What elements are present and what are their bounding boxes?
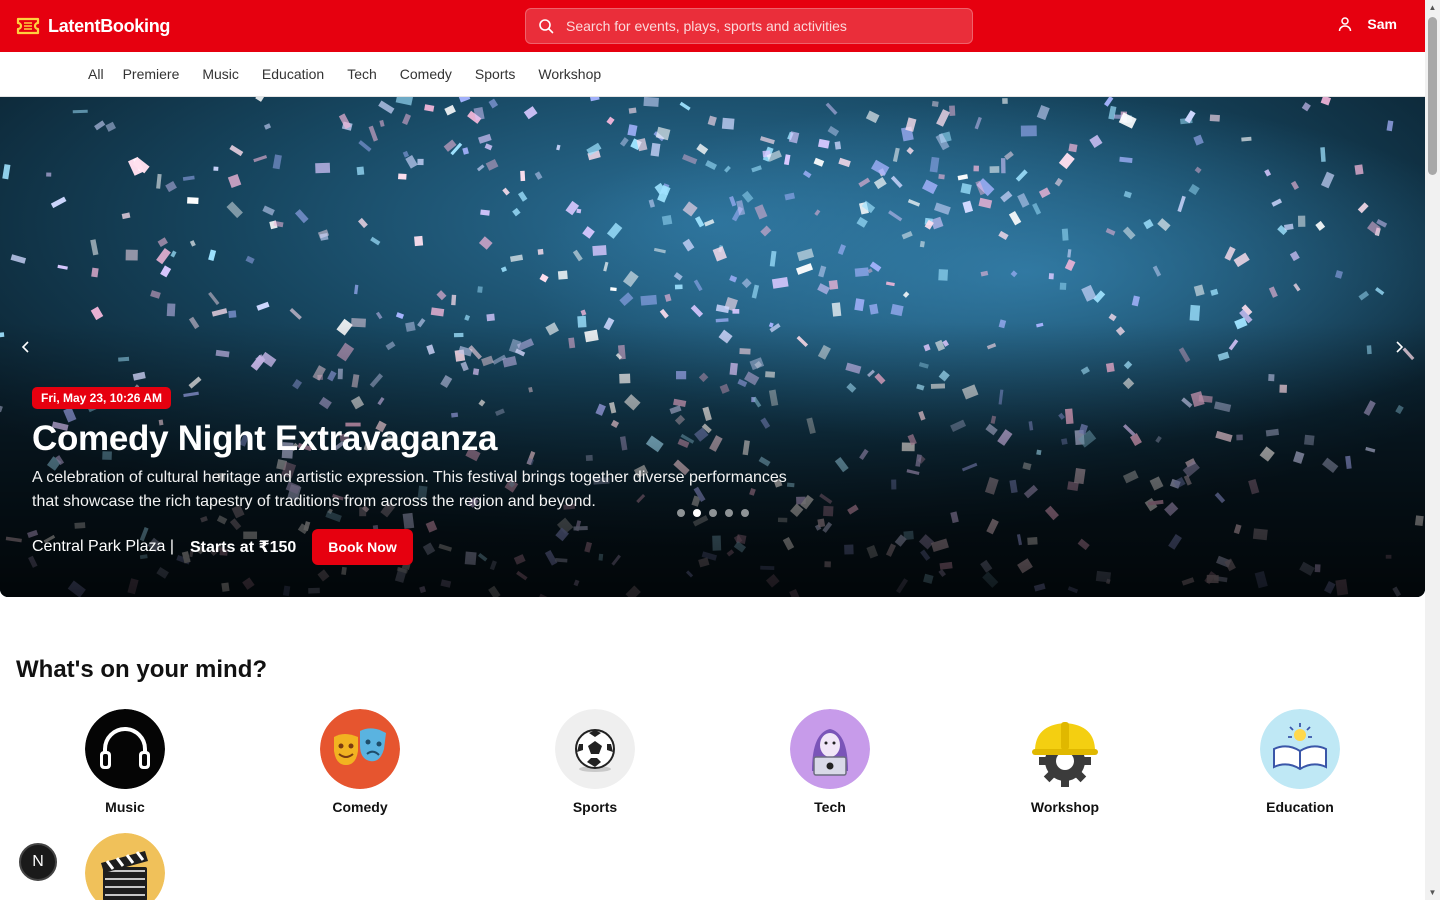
carousel-dots <box>677 509 749 517</box>
carousel-dot[interactable] <box>725 509 733 517</box>
category-sports[interactable]: Sports <box>515 709 675 815</box>
user-menu[interactable]: Sam <box>1337 16 1397 32</box>
event-meta: Central Park Plaza | Starts at ₹150 Book… <box>32 529 413 565</box>
category-tech[interactable]: Tech <box>750 709 910 815</box>
category-label: Workshop <box>1030 799 1100 815</box>
nav-item-premiere[interactable]: Premiere <box>123 66 180 82</box>
carousel-prev-button[interactable] <box>8 329 44 365</box>
user-icon <box>1339 17 1352 32</box>
category-nav: All Premiere Music Education Tech Comedy… <box>0 52 1425 97</box>
category-label: Music <box>105 799 145 815</box>
nav-item-music[interactable]: Music <box>202 66 239 82</box>
nav-item-education[interactable]: Education <box>262 66 324 82</box>
clapperboard-icon <box>85 833 165 900</box>
carousel-dot[interactable] <box>741 509 749 517</box>
page-scrollbar[interactable]: ▲ ▼ <box>1425 0 1440 900</box>
carousel-next-button[interactable] <box>1381 329 1417 365</box>
nav-item-comedy[interactable]: Comedy <box>400 66 452 82</box>
nav-item-all[interactable]: All <box>88 66 104 82</box>
category-label: Comedy <box>332 799 388 815</box>
search-bar[interactable] <box>525 8 973 44</box>
scrollbar-thumb[interactable] <box>1428 17 1437 175</box>
category-label: Tech <box>814 799 846 815</box>
scroll-up-arrow-icon[interactable]: ▲ <box>1425 0 1440 15</box>
scroll-down-arrow-icon[interactable]: ▼ <box>1425 885 1440 900</box>
category-comedy[interactable]: Comedy <box>280 709 440 815</box>
event-venue: Central Park Plaza | <box>32 538 174 555</box>
ticket-icon <box>16 17 40 35</box>
top-header: LatentBooking Sam <box>0 0 1425 52</box>
page: LatentBooking Sam All Premiere Music Edu… <box>0 0 1425 900</box>
carousel-dot-active[interactable] <box>693 509 701 517</box>
brand-logo[interactable]: LatentBooking <box>16 14 170 38</box>
nav-item-workshop[interactable]: Workshop <box>538 66 601 82</box>
hard-hat-gear-icon <box>1025 709 1105 789</box>
nav-item-tech[interactable]: Tech <box>347 66 377 82</box>
event-title: Comedy Night Extravaganza <box>32 419 498 458</box>
category-music[interactable]: Music <box>45 709 205 815</box>
event-description: A celebration of cultural heritage and a… <box>32 469 787 510</box>
chevron-left-icon <box>21 341 29 353</box>
event-date-badge: Fri, May 23, 10:26 AM <box>32 387 171 409</box>
headphones-icon <box>85 709 165 789</box>
book-now-button[interactable]: Book Now <box>312 529 413 565</box>
carousel-dot[interactable] <box>677 509 685 517</box>
hacker-laptop-icon <box>790 709 870 789</box>
dev-tools-badge[interactable]: N <box>19 843 57 881</box>
category-film[interactable] <box>45 833 205 900</box>
soccer-ball-icon <box>555 709 635 789</box>
category-label: Sports <box>572 799 618 815</box>
theater-masks-icon <box>320 709 400 789</box>
user-name: Sam <box>1367 16 1397 32</box>
section-title: What's on your mind? <box>16 656 268 683</box>
chevron-right-icon <box>1396 341 1404 353</box>
brand-name: LatentBooking <box>48 15 171 36</box>
event-price: Starts at ₹150 <box>190 539 297 556</box>
category-education[interactable]: Education <box>1220 709 1380 815</box>
nav-item-sports[interactable]: Sports <box>475 66 515 82</box>
category-label: Education <box>1266 799 1334 815</box>
open-book-icon <box>1260 709 1340 789</box>
hero-gradient-overlay <box>0 97 1425 597</box>
search-input[interactable] <box>566 18 946 34</box>
search-icon <box>539 19 554 34</box>
category-workshop[interactable]: Workshop <box>985 709 1145 815</box>
carousel-dot[interactable] <box>709 509 717 517</box>
hero-carousel: Fri, May 23, 10:26 AM Comedy Night Extra… <box>0 97 1425 597</box>
